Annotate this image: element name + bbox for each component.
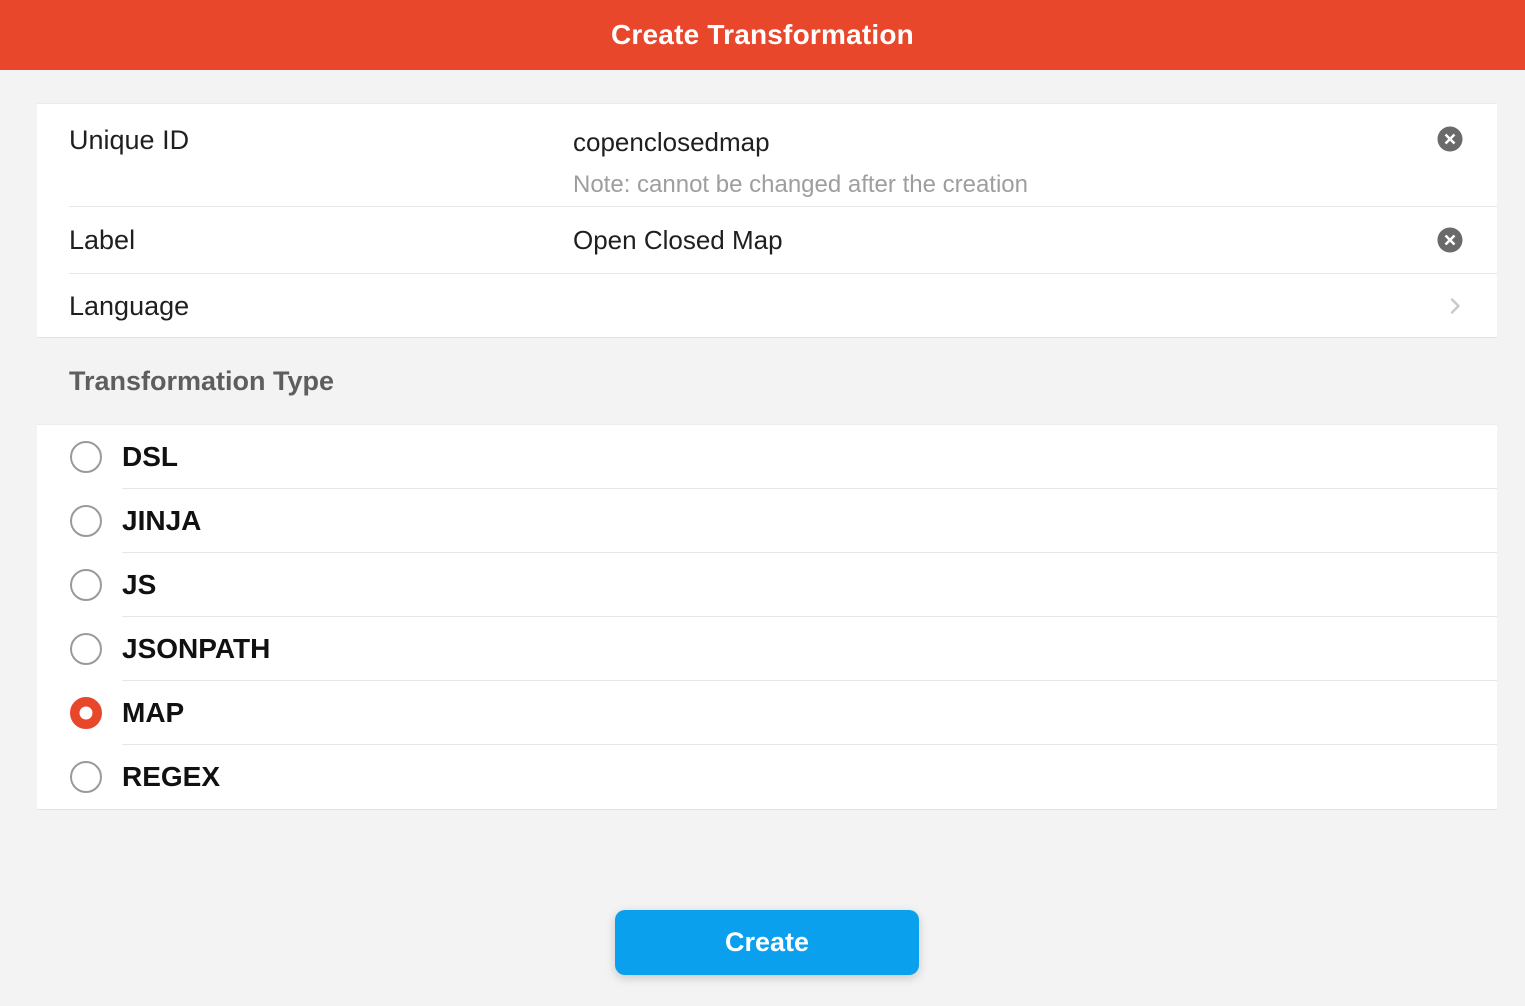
option-label-dsl: DSL (122, 441, 178, 473)
field-row-language[interactable]: Language (37, 274, 1497, 338)
transformation-type-list: DSL JINJA JS JSONPATH MAP REGEX (37, 424, 1497, 810)
create-transformation-screen: Create Transformation Unique ID copenclo… (0, 0, 1525, 1006)
option-row-js[interactable]: JS (37, 553, 1497, 617)
close-circle-icon (1435, 243, 1465, 258)
option-label-regex: REGEX (122, 761, 220, 793)
transformation-type-heading: Transformation Type (69, 366, 334, 397)
radio-button-jinja[interactable] (70, 505, 102, 537)
option-label-map: MAP (122, 697, 184, 729)
transformation-type-section: Transformation Type (37, 338, 1497, 424)
form-card: Unique ID copenclosedmap Note: cannot be… (37, 103, 1497, 338)
option-row-regex[interactable]: REGEX (37, 745, 1497, 809)
unique-id-note: Note: cannot be changed after the creati… (573, 171, 1028, 199)
option-row-dsl[interactable]: DSL (37, 425, 1497, 489)
unique-id-value: copenclosedmap (573, 127, 1028, 158)
field-row-unique-id[interactable]: Unique ID copenclosedmap Note: cannot be… (37, 104, 1497, 207)
label-value: Open Closed Map (573, 225, 783, 256)
option-row-jsonpath[interactable]: JSONPATH (37, 617, 1497, 681)
radio-button-regex[interactable] (70, 761, 102, 793)
radio-button-js[interactable] (70, 569, 102, 601)
language-label: Language (69, 291, 573, 322)
option-label-jinja: JINJA (122, 505, 201, 537)
page-title: Create Transformation (611, 19, 914, 51)
option-row-jinja[interactable]: JINJA (37, 489, 1497, 553)
create-button[interactable]: Create (615, 910, 919, 975)
app-header: Create Transformation (0, 0, 1525, 70)
unique-id-label: Unique ID (69, 125, 573, 156)
radio-button-map[interactable] (70, 697, 102, 729)
unique-id-clear-button[interactable] (1435, 124, 1465, 154)
close-circle-icon (1435, 142, 1465, 157)
field-row-label[interactable]: Label Open Closed Map (37, 207, 1497, 274)
option-row-map[interactable]: MAP (37, 681, 1497, 745)
label-clear-button[interactable] (1435, 225, 1465, 255)
radio-button-jsonpath[interactable] (70, 633, 102, 665)
chevron-right-icon (1443, 294, 1467, 318)
option-label-jsonpath: JSONPATH (122, 633, 270, 665)
label-input[interactable]: Open Closed Map (573, 225, 783, 256)
label-field-label: Label (69, 225, 573, 256)
option-label-js: JS (122, 569, 156, 601)
unique-id-input[interactable]: copenclosedmap Note: cannot be changed a… (573, 104, 1028, 199)
radio-button-dsl[interactable] (70, 441, 102, 473)
